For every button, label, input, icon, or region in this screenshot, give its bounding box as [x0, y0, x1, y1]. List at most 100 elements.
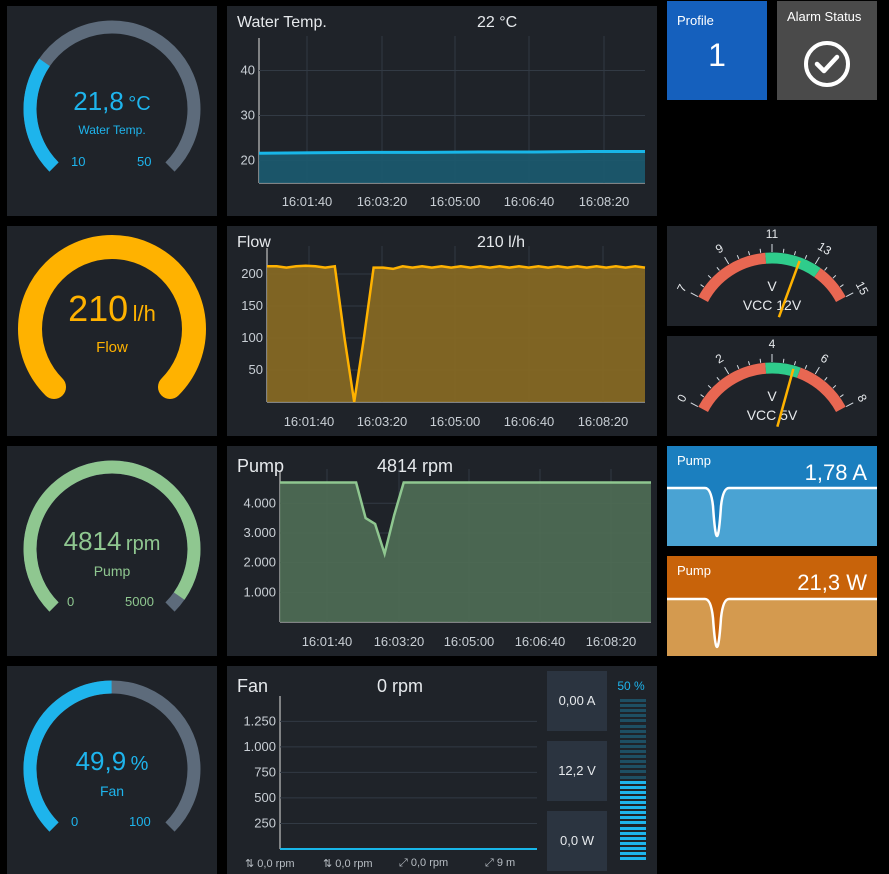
fan-level-segment	[620, 744, 646, 748]
vcc12-label-2: 11	[766, 227, 779, 241]
fan-label: Fan	[99, 783, 125, 799]
vcc5-tick-14	[832, 385, 837, 389]
fan-gauge: 49,9 % Fan 0 100	[7, 666, 217, 874]
profile-title: Profile	[677, 13, 714, 28]
chart-0-xtick-2: 16:05:00	[430, 194, 481, 209]
fan-level-segment	[620, 755, 646, 759]
flow-label: Flow	[96, 339, 128, 356]
fan-legend-3: ⤢ 0,0 rpm	[399, 857, 448, 870]
chart-0-area	[259, 151, 645, 183]
fan-value: 49,9	[75, 746, 127, 776]
chart-3-ytick-2: 750	[254, 764, 276, 779]
vcc12-label-0: 7	[674, 282, 690, 295]
fan-level-segment	[620, 739, 646, 743]
chart-0-xtick-0: 16:01:40	[282, 194, 333, 209]
fan-level-segment	[620, 765, 646, 769]
chart-0-ytick-1: 30	[241, 108, 255, 123]
fan-level-segment	[620, 852, 646, 855]
vcc12-tick-5	[736, 254, 740, 260]
vcc5-tick-5	[736, 364, 740, 370]
fan-level-segment	[620, 750, 646, 753]
chart-3-ytick-3: 1.000	[243, 739, 276, 754]
profile-tile[interactable]: Profile 1	[667, 1, 767, 100]
vcc12-tick-3	[716, 267, 720, 271]
fan-unit: %	[130, 753, 149, 775]
fan-max: 100	[129, 814, 151, 829]
vcc12-tick-9	[782, 248, 785, 253]
fan-level-bar	[620, 699, 646, 863]
flow-value: 210	[68, 288, 129, 329]
fan-min: 0	[71, 814, 79, 829]
fan-legend-4: ⤢ 9 m	[485, 857, 515, 870]
chart-1-ytick-1: 100	[241, 330, 263, 345]
chart-1-xtick-1: 16:03:20	[357, 414, 408, 429]
vcc5-label-3: 6	[818, 351, 831, 367]
fan-legend-4-text: 9 m	[496, 857, 516, 869]
vcc12-unit: V	[767, 278, 777, 294]
water-temp-value: 21,8	[73, 86, 124, 116]
vcc12-tick-16	[845, 292, 854, 298]
vcc12-voltmeter-dial: 7 9 11 13 15 V VCC 12V	[674, 227, 872, 318]
fan-percent-label: 50 %	[617, 679, 645, 693]
chart-1-ytick-0: 50	[249, 362, 263, 377]
vcc12-label-4: 15	[853, 279, 872, 298]
fan-legend-2-text: 0,0 rpm	[335, 858, 373, 870]
fan-level-segment	[620, 790, 646, 794]
chart-2-area	[280, 482, 651, 622]
chart-1-area	[267, 265, 645, 402]
diagonal-arrow-icon: ⤢	[399, 857, 411, 869]
vcc12-tick-12	[814, 256, 820, 265]
chart-1-xtick-2: 16:05:00	[430, 414, 481, 429]
water-temp-max: 50	[137, 154, 152, 169]
vcc5-label-2: 4	[769, 337, 776, 351]
vcc5-tick-3	[716, 377, 720, 381]
water-temp-chart-plot: 16:01:40 16:03:20 16:05:00 16:06:40 16:08:20…	[241, 36, 645, 209]
vcc5-tick-16	[845, 402, 854, 408]
chart-2-xtick-3: 16:06:40	[515, 634, 566, 649]
flow-chart-plot: 16:01:40 16:03:20 16:05:00 16:06:40 16:08:20…	[241, 246, 646, 429]
pump-min: 0	[67, 594, 75, 609]
pump-current-sparkline	[667, 486, 877, 546]
vcc12-red-low	[698, 252, 767, 303]
flow-chart: Flow 210 l/h 16:01:40 16:03:20 16:05:00 16:…	[227, 226, 657, 436]
vcc5-red-low	[698, 362, 767, 413]
pump-power-sparkline	[667, 597, 877, 656]
vcc5-label-1: 2	[713, 351, 726, 367]
pump-max: 5000	[125, 594, 154, 609]
fan-level-segment	[620, 826, 646, 830]
chart-1-ytick-2: 150	[241, 298, 263, 313]
fan-level-segment	[620, 816, 646, 820]
fan-chart-plot: 250 500 750 1.000 1.250	[243, 696, 537, 850]
fan-legend-1-text: 0,0 rpm	[257, 858, 295, 870]
pump-chart: Pump 4814 rpm 16:01:40 16:03:20 16:05:00 16…	[227, 446, 657, 656]
fan-level-segment	[620, 780, 646, 784]
chart-1-xtick-3: 16:06:40	[504, 414, 555, 429]
fan-level-segment	[620, 770, 646, 774]
chart-0-xtick-4: 16:08:20	[579, 194, 630, 209]
fan-level-segment	[620, 841, 646, 845]
fan-level-segment	[620, 831, 646, 835]
vcc12-red-high	[814, 268, 846, 303]
vcc5-voltmeter: 0 2 4 6 8 V VCC 5V	[667, 336, 877, 436]
chart-2-ytick-2: 3.000	[243, 525, 276, 540]
fan-level-segment	[620, 775, 646, 779]
water-temp-label: Water Temp.	[78, 123, 146, 137]
pump-label: Pump	[93, 563, 131, 579]
vcc5-tick-4	[724, 366, 730, 375]
fan-level-segment	[620, 811, 646, 815]
chart-3-ytick-4: 1.250	[243, 713, 276, 728]
vcc12-tick-15	[839, 284, 844, 288]
vcc5-tick-12	[814, 366, 820, 375]
vcc12-tick-6	[748, 251, 751, 256]
water-temp-min: 10	[71, 154, 86, 169]
pump-power-sparkline-fill	[667, 599, 877, 656]
vcc5-tick-2	[707, 385, 712, 389]
pump-power-tile: Pump 21,3 W	[667, 556, 877, 656]
chart-3-ytick-1: 500	[254, 790, 276, 805]
fan-level-segment	[620, 714, 646, 718]
vcc5-red-high	[796, 367, 846, 413]
fan-level-segment	[620, 724, 646, 728]
flow-unit: l/h	[132, 301, 156, 326]
alarm-status-tile[interactable]: Alarm Status	[777, 1, 877, 100]
vcc5-tick-6	[748, 361, 751, 366]
